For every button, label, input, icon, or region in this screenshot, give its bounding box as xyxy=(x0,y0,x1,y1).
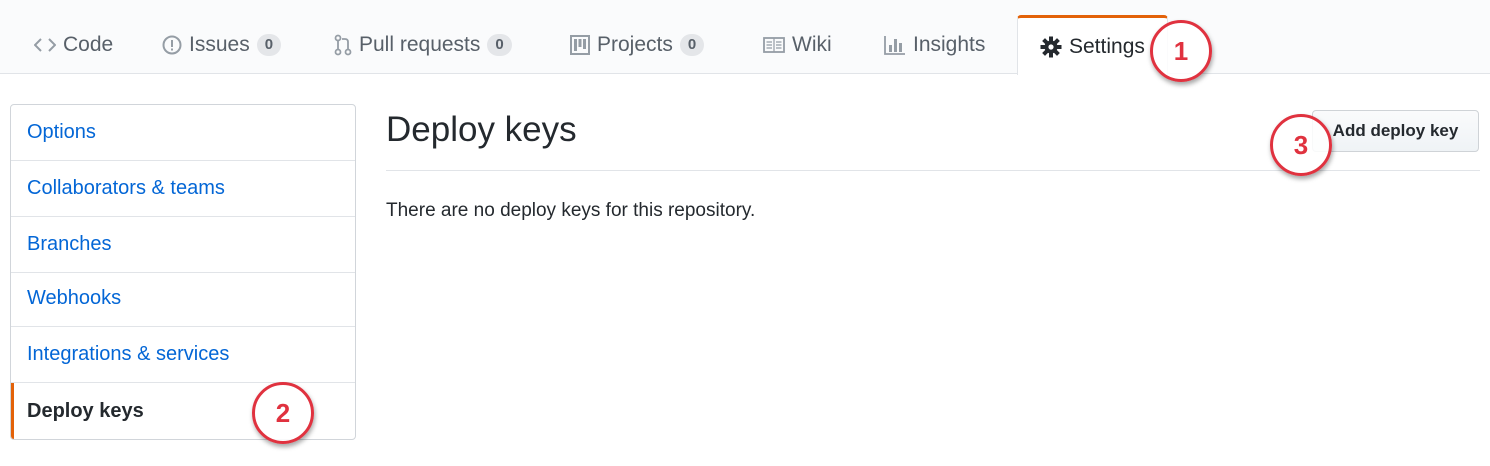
tab-insights-label: Insights xyxy=(913,33,986,56)
tab-issues[interactable]: Issues 0 xyxy=(162,16,282,74)
menu-item-webhooks[interactable]: Webhooks xyxy=(11,271,355,327)
tab-issues-label: Issues xyxy=(189,33,250,56)
tab-projects[interactable]: Projects 0 xyxy=(570,16,705,74)
page-title: Deploy keys xyxy=(386,110,577,149)
annotation-badge-3: 3 xyxy=(1270,114,1332,176)
annotation-badge-2: 2 xyxy=(252,382,314,444)
tab-pull-requests-label: Pull requests xyxy=(359,33,481,56)
menu-item-label: Collaborators & teams xyxy=(27,177,225,199)
tab-wiki[interactable]: Wiki xyxy=(763,16,832,74)
book-icon xyxy=(763,36,785,54)
pull-requests-count: 0 xyxy=(487,34,512,56)
menu-item-label: Branches xyxy=(27,233,112,255)
menu-item-label: Webhooks xyxy=(27,287,122,309)
pull-request-icon xyxy=(334,34,352,56)
graph-icon xyxy=(884,35,906,55)
projects-count: 0 xyxy=(679,34,705,56)
issues-count: 0 xyxy=(256,34,282,56)
tab-code[interactable]: Code xyxy=(34,16,113,74)
tab-settings-label: Settings xyxy=(1069,34,1145,58)
tab-settings[interactable]: Settings xyxy=(1017,15,1168,75)
menu-item-label: Deploy keys xyxy=(27,399,144,422)
menu-item-branches[interactable]: Branches xyxy=(11,217,355,273)
empty-state-message: There are no deploy keys for this reposi… xyxy=(386,200,756,221)
menu-item-options[interactable]: Options xyxy=(11,105,355,161)
add-deploy-key-button[interactable]: Add deploy key xyxy=(1312,110,1479,152)
tab-wiki-label: Wiki xyxy=(792,33,832,56)
menu-item-label: Options xyxy=(27,121,96,143)
code-icon xyxy=(34,36,56,54)
annotation-badge-1: 1 xyxy=(1150,20,1212,82)
tab-pull-requests[interactable]: Pull requests 0 xyxy=(334,16,512,74)
tab-code-label: Code xyxy=(63,33,114,56)
issue-icon xyxy=(162,35,182,55)
menu-item-integrations-services[interactable]: Integrations & services xyxy=(11,327,355,383)
tab-projects-label: Projects xyxy=(597,33,673,56)
gear-icon xyxy=(1040,36,1062,58)
menu-item-collaborators-teams[interactable]: Collaborators & teams xyxy=(11,161,355,217)
project-icon xyxy=(570,35,590,55)
repo-nav-tabs: Code Issues 0 Pull requests 0 Projects 0… xyxy=(0,0,1490,75)
tab-insights[interactable]: Insights xyxy=(884,16,985,74)
menu-item-label: Integrations & services xyxy=(27,343,230,365)
